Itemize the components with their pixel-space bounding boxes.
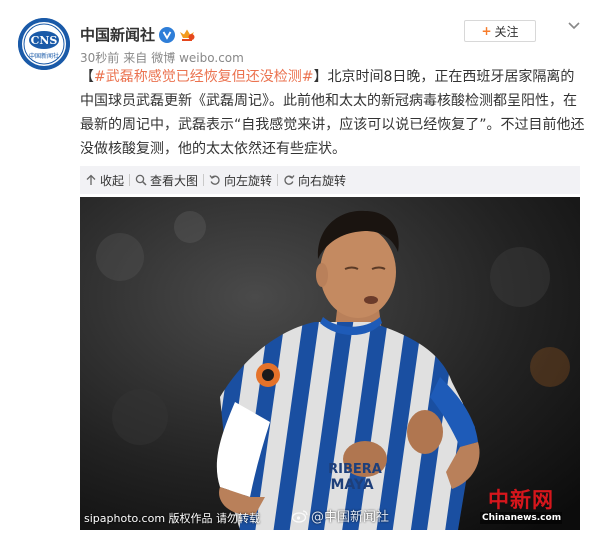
avatar-logo-text: CNS	[31, 34, 58, 47]
collapse-label: 收起	[100, 173, 125, 188]
arrow-up-icon	[86, 174, 96, 185]
rotate-left-button[interactable]: 向左旋转	[204, 172, 277, 189]
view-large-button[interactable]: 查看大图	[130, 172, 203, 189]
player-photo-illustration: RIBERA MAYA	[80, 197, 580, 530]
hashtag-open-bracket: 【	[80, 69, 94, 85]
jersey-sponsor-2: MAYA	[330, 477, 373, 493]
rotate-right-icon	[284, 175, 295, 185]
post-text: 【#武磊称感觉已经恢复但还没检测#】北京时间8日晚，正在西班牙居家隔离的中国球员…	[80, 65, 588, 161]
rotate-left-label: 向左旋转	[224, 173, 273, 188]
rotate-left-icon	[209, 175, 220, 185]
image-toolbar: 收起 查看大图 向左旋转 向右旋转	[80, 166, 580, 194]
post-time[interactable]: 30秒前	[80, 49, 119, 66]
magnifier-icon	[135, 174, 147, 186]
weibo-icon	[292, 509, 308, 523]
chinanews-logo-cn: 中新网	[488, 487, 554, 512]
post-source[interactable]: 微博 weibo.com	[151, 49, 244, 66]
follow-label: 关注	[494, 24, 519, 39]
plus-icon: +	[481, 24, 492, 38]
watermark-copyright: sipaphoto.com 版权作品 请勿转载	[84, 512, 261, 525]
collapse-button[interactable]: 收起	[80, 172, 129, 189]
verified-v-icon	[159, 26, 176, 43]
hashtag-link[interactable]: #武磊称感觉已经恢复但还没检测#	[94, 69, 313, 85]
hashtag-close-bracket: 】	[313, 69, 328, 85]
follow-button[interactable]: + 关注	[464, 20, 536, 42]
chevron-down-icon[interactable]	[566, 17, 582, 33]
avatar-sub-text: 中国新闻社	[29, 52, 59, 60]
avatar[interactable]: CNS 中国新闻社	[18, 18, 70, 70]
crown-icon[interactable]	[179, 28, 195, 42]
rotate-right-button[interactable]: 向右旋转	[278, 172, 351, 189]
author-name-row: 中国新闻社	[80, 24, 195, 45]
watermark-weibo: @中国新闻社	[292, 506, 389, 525]
view-large-label: 查看大图	[150, 173, 199, 188]
rotate-right-label: 向右旋转	[298, 173, 347, 188]
source-prefix: 来自	[123, 51, 148, 65]
jersey-sponsor-1: RIBERA	[328, 462, 382, 477]
post-photo[interactable]: RIBERA MAYA sipaphoto.com 版权作品 请勿转载 @中国新…	[80, 197, 580, 530]
author-name[interactable]: 中国新闻社	[80, 24, 155, 45]
chinanews-logo-en: Chinanews.com	[480, 512, 562, 524]
watermark-weibo-text: @中国新闻社	[311, 510, 390, 525]
watermark-chinanews: 中新网 Chinanews.com	[480, 488, 562, 524]
post-meta: 30秒前 来自 微博 weibo.com	[80, 49, 244, 66]
